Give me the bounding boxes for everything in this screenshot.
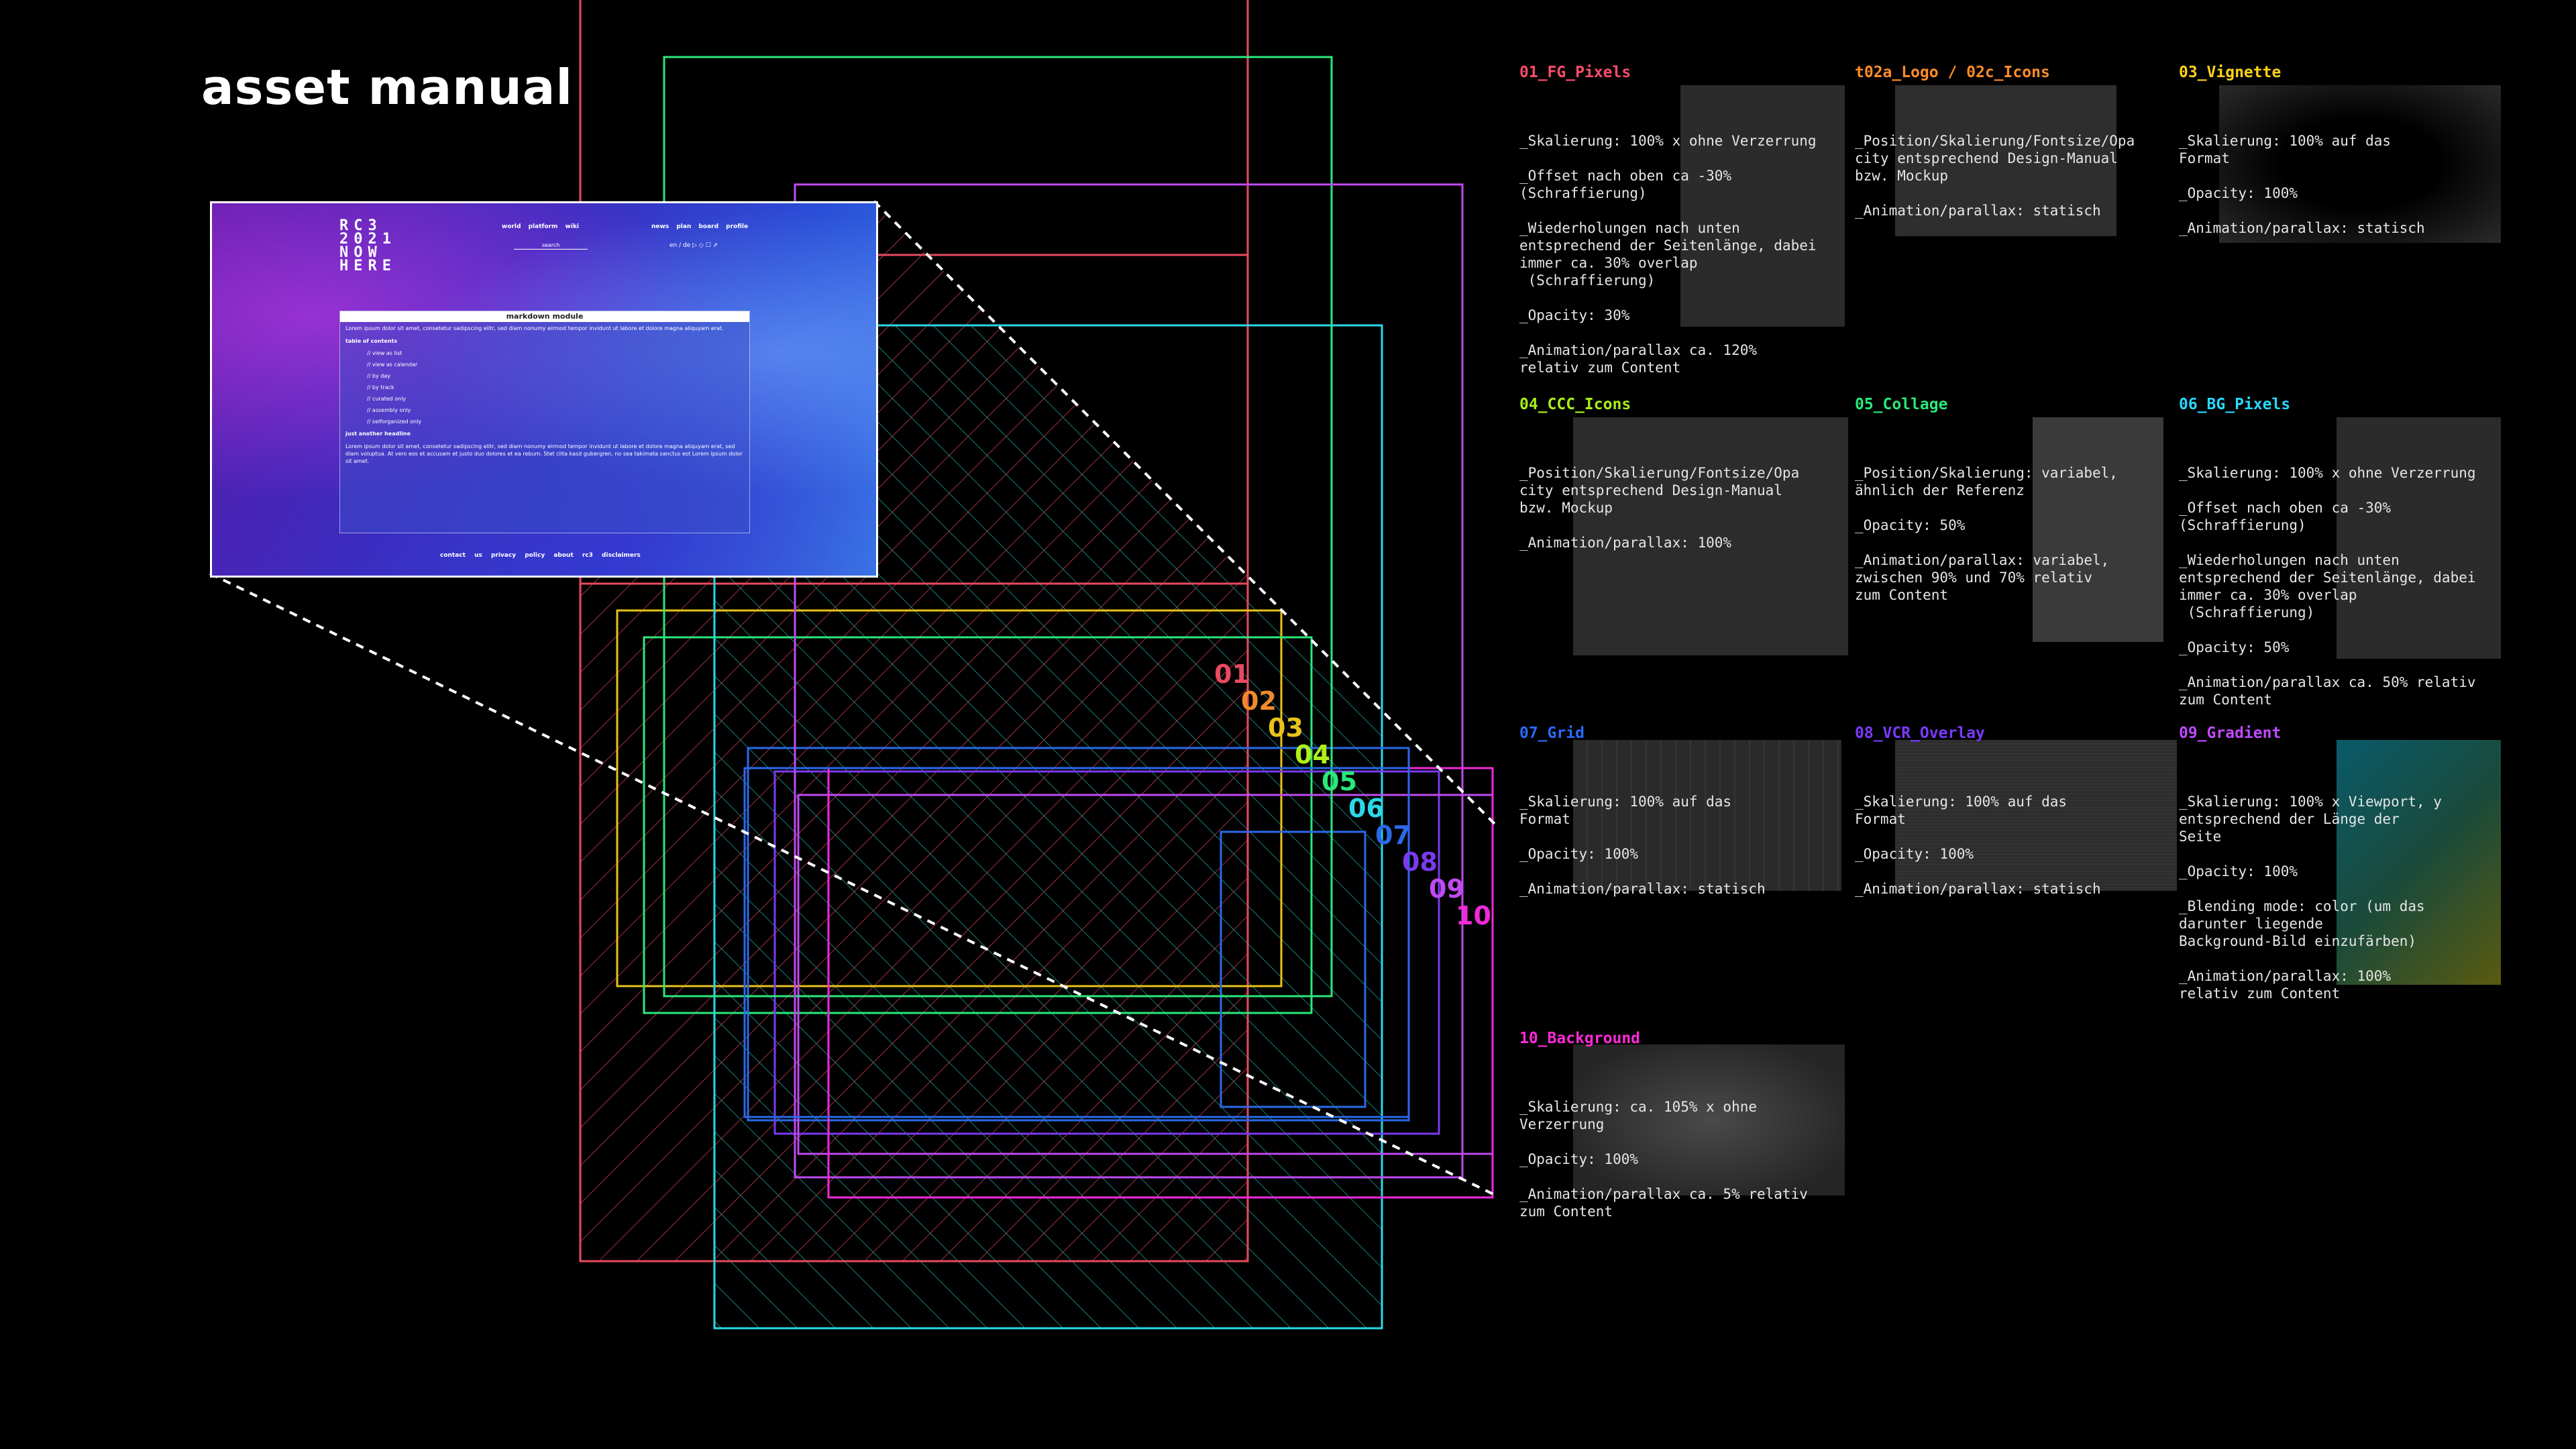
layer-label-02: 02 bbox=[1241, 686, 1277, 716]
layer-label-06: 06 bbox=[1348, 794, 1384, 823]
layer-label-10: 10 bbox=[1456, 901, 1491, 930]
asset-title: 04_CCC_Icons bbox=[1519, 396, 1631, 413]
asset-title: 07_Grid bbox=[1519, 724, 1585, 742]
asset-spec: _Position/Skalierung/Fontsize/Opa city e… bbox=[1519, 465, 1800, 551]
language-label: en / de bbox=[669, 242, 691, 249]
rc3-logo: RC3 2021 NOW HERE bbox=[339, 217, 396, 274]
language-switch[interactable]: en / de ▷ ◇ ☐ ⇗ bbox=[669, 242, 718, 249]
toc-item[interactable]: // curated only bbox=[367, 393, 749, 405]
asset-title: 08_VCR_Overlay bbox=[1855, 724, 1985, 742]
markdown-module: markdown module Lorem ipsum dolor sit am… bbox=[339, 311, 750, 533]
asset-spec: _Skalierung: ca. 105% x ohne Verzerrung … bbox=[1519, 1099, 1808, 1220]
layer-label-07: 07 bbox=[1375, 820, 1411, 850]
asset-title: 01_FG_Pixels bbox=[1519, 64, 1631, 81]
toc-title: table of contents bbox=[345, 338, 398, 344]
toc-item[interactable]: // view as calendar bbox=[367, 359, 749, 370]
asset-title: 06_BG_Pixels bbox=[2179, 396, 2291, 413]
footer-links[interactable]: contact us privacy policy about rc3 disc… bbox=[440, 552, 641, 559]
intro-text: Lorem ipsum dolor sit amet, consetetur s… bbox=[345, 325, 724, 331]
asset-title: t02a_Logo / 02c_Icons bbox=[1855, 64, 2050, 81]
layer-label-08: 08 bbox=[1402, 847, 1438, 877]
asset-spec: _Position/Skalierung/Fontsize/Opa city e… bbox=[1855, 133, 2135, 219]
asset-spec: _Skalierung: 100% auf das Format _Opacit… bbox=[1855, 794, 2101, 897]
toc-item[interactable]: // view as list bbox=[367, 347, 749, 359]
asset-spec: _Skalierung: 100% x ohne Verzerrung _Off… bbox=[1519, 133, 1817, 376]
layer-label-03: 03 bbox=[1268, 713, 1303, 743]
layer-label-01: 01 bbox=[1214, 659, 1250, 689]
asset-spec: _Position/Skalierung: variabel, ähnlich … bbox=[1855, 465, 2118, 603]
toc-item[interactable]: // assembly only bbox=[367, 405, 749, 416]
toc-item[interactable]: // by track bbox=[367, 382, 749, 393]
icon-row[interactable]: ▷ ◇ ☐ ⇗ bbox=[692, 242, 718, 249]
main-nav[interactable]: world platform wiki bbox=[502, 223, 579, 230]
secondary-nav[interactable]: news plan board profile bbox=[651, 223, 748, 230]
toc-list: // view as list// view as calendar// by … bbox=[340, 347, 749, 427]
layer-label-09: 09 bbox=[1429, 874, 1464, 904]
asset-title: 09_Gradient bbox=[2179, 724, 2282, 742]
website-mockup: RC3 2021 NOW HERE world platform wiki ne… bbox=[210, 201, 878, 578]
asset-spec: _Skalierung: 100% x Viewport, y entsprec… bbox=[2179, 794, 2442, 1002]
asset-spec: _Skalierung: 100% auf das Format _Opacit… bbox=[1519, 794, 1766, 897]
asset-title: 03_Vignette bbox=[2179, 64, 2282, 81]
headline: just another headline bbox=[345, 431, 411, 437]
toc-item[interactable]: // by day bbox=[367, 370, 749, 382]
search-input[interactable]: search bbox=[514, 242, 588, 250]
asset-title: 05_Collage bbox=[1855, 396, 1948, 413]
body-text: Lorem ipsum dolor sit amet, consetetur s… bbox=[345, 443, 743, 464]
markdown-module-title: markdown module bbox=[340, 311, 749, 322]
toc-item[interactable]: // selforganized only bbox=[367, 416, 749, 427]
asset-title: 10_Background bbox=[1519, 1030, 1641, 1047]
asset-spec: _Skalierung: 100% auf das Format _Opacit… bbox=[2179, 133, 2425, 236]
layer-label-04: 04 bbox=[1295, 740, 1330, 769]
asset-spec: _Skalierung: 100% x ohne Verzerrung _Off… bbox=[2179, 465, 2476, 708]
layer-label-05: 05 bbox=[1322, 767, 1357, 796]
